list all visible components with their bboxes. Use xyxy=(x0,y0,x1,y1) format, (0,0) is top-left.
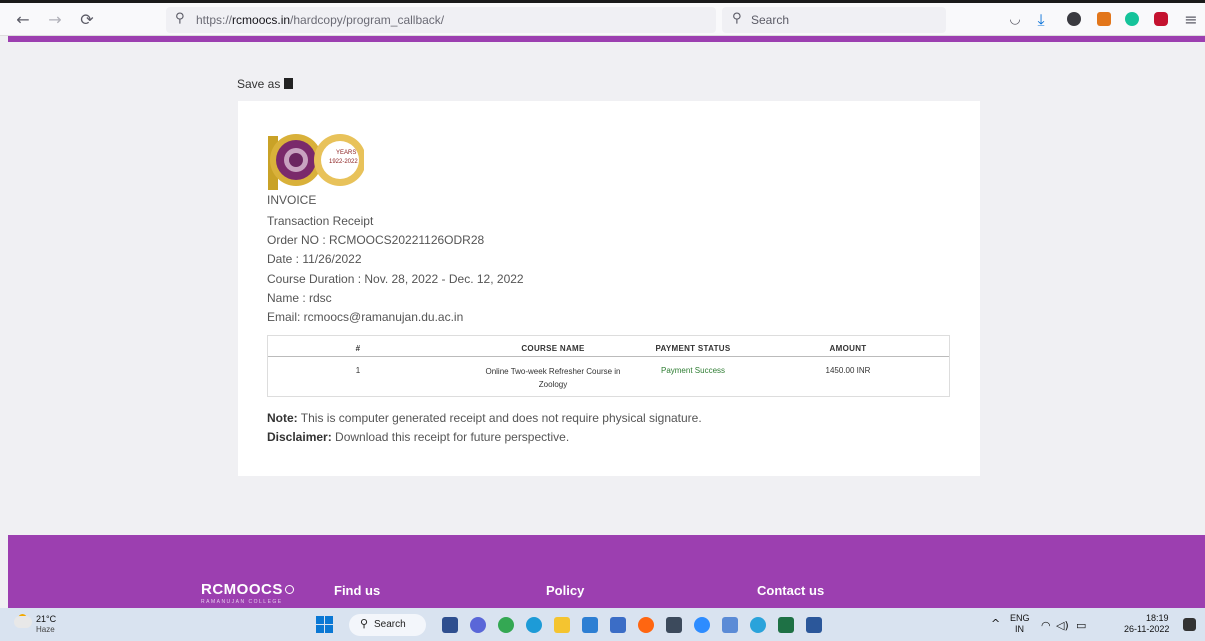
row-index: 1 xyxy=(355,366,361,375)
footer-brand[interactable]: RCMOOCS xyxy=(201,581,294,598)
search-icon: ⚲ xyxy=(360,617,369,630)
download-icon[interactable]: ⤓ xyxy=(1030,9,1052,31)
clock-time[interactable]: 18:19 xyxy=(1146,613,1169,623)
col-header-index: # xyxy=(355,344,361,353)
order-number: Order NO : RCMOOCS20221126ODR28 xyxy=(267,233,485,247)
chrome-icon[interactable] xyxy=(498,617,514,633)
extension-r-icon[interactable] xyxy=(1067,12,1081,26)
weather-description: Haze xyxy=(36,625,55,634)
pdf-icon[interactable] xyxy=(284,78,294,89)
reload-icon[interactable]: ⟳ xyxy=(76,9,98,31)
invoice-heading: INVOICE xyxy=(267,193,317,207)
save-as-link[interactable]: Save as xyxy=(237,77,294,91)
notifications-icon[interactable] xyxy=(1183,618,1196,631)
url-text[interactable]: https://rcmoocs.in/hardcopy/program_call… xyxy=(196,13,444,27)
footer-link-contact[interactable]: Contact us xyxy=(757,583,824,598)
excel-icon[interactable] xyxy=(778,617,794,633)
volume-icon[interactable]: ◁) xyxy=(1056,619,1069,632)
telegram-icon[interactable] xyxy=(750,617,766,633)
battery-icon[interactable]: ▭ xyxy=(1076,619,1086,632)
store-icon[interactable] xyxy=(610,617,626,633)
edge-icon[interactable] xyxy=(526,617,542,633)
back-icon[interactable]: ← xyxy=(12,9,34,31)
order-table: # COURSE NAME PAYMENT STATUS AMOUNT 1 On… xyxy=(267,335,950,397)
taskbar-search[interactable]: ⚲ Search xyxy=(349,614,426,636)
ublock-icon[interactable] xyxy=(1154,12,1168,26)
grammarly-icon[interactable] xyxy=(1125,12,1139,26)
language-indicator[interactable]: ENG xyxy=(1010,613,1030,623)
course-duration: Course Duration : Nov. 28, 2022 - Dec. 1… xyxy=(267,272,524,286)
tray-chevron-icon[interactable]: ^ xyxy=(991,617,1000,630)
brand-lock-icon xyxy=(284,585,294,594)
invoice-date: Date : 11/26/2022 xyxy=(267,252,362,266)
mail-icon[interactable] xyxy=(582,617,598,633)
customer-name: Name : rdsc xyxy=(267,291,332,305)
search-icon: ⚲ xyxy=(175,11,185,26)
pocket-icon[interactable]: ◡ xyxy=(1004,9,1026,31)
task-view-icon[interactable] xyxy=(442,617,458,633)
col-header-course: COURSE NAME xyxy=(521,344,585,353)
taskbar-search-label: Search xyxy=(374,619,406,630)
svg-text:YEARS: YEARS xyxy=(336,150,356,156)
row-course-name: Online Two-week Refresher Course in Zoolo… xyxy=(485,367,621,389)
clock-date[interactable]: 26-11-2022 xyxy=(1124,624,1169,634)
invoice-card: YEARS 1922-2022 INVOICE Transaction Rece… xyxy=(238,101,980,476)
word-icon[interactable] xyxy=(806,617,822,633)
centenary-logo: YEARS 1922-2022 xyxy=(268,134,364,190)
firefox-icon[interactable] xyxy=(638,617,654,633)
address-bar[interactable]: ⚲ https://rcmoocs.in/hardcopy/program_ca… xyxy=(166,7,716,33)
metamask-icon[interactable] xyxy=(1097,12,1111,26)
table-header-rule xyxy=(268,356,949,357)
col-header-amount: AMOUNT xyxy=(829,344,867,353)
footer-link-find-us[interactable]: Find us xyxy=(334,583,380,598)
search-bar[interactable]: ⚲ Search xyxy=(722,7,946,33)
customer-email: Email: rcmoocs@ramanujan.du.ac.in xyxy=(267,310,464,324)
svg-text:1922-2022: 1922-2022 xyxy=(329,159,358,165)
weather-temperature[interactable]: 21°C xyxy=(36,614,56,624)
file-explorer-icon[interactable] xyxy=(554,617,570,633)
site-footer xyxy=(8,535,1205,608)
zoom-icon[interactable] xyxy=(694,617,710,633)
footer-brand-sub: RAMANUJAN COLLEGE xyxy=(201,599,283,605)
forward-icon[interactable]: → xyxy=(44,9,66,31)
receipt-note: Note: This is computer generated receipt… xyxy=(267,411,702,425)
row-amount: 1450.00 INR xyxy=(825,366,871,375)
weather-cloud-icon[interactable] xyxy=(14,616,32,628)
snipping-tool-icon[interactable] xyxy=(722,617,738,633)
menu-icon[interactable]: ≡ xyxy=(1180,9,1202,31)
browser-toolbar: ← → ⟳ ⚲ https://rcmoocs.in/hardcopy/prog… xyxy=(0,3,1205,36)
language-region: IN xyxy=(1015,624,1024,634)
header-rule xyxy=(8,36,1205,42)
wifi-icon[interactable]: ◠ xyxy=(1041,619,1051,632)
save-as-label: Save as xyxy=(237,77,281,91)
row-payment-status: Payment Success xyxy=(660,366,726,375)
footer-link-policy[interactable]: Policy xyxy=(546,583,584,598)
col-header-status: PAYMENT STATUS xyxy=(655,344,731,353)
terminal-icon[interactable] xyxy=(666,617,682,633)
teams-chat-icon[interactable] xyxy=(470,617,486,633)
receipt-disclaimer: Disclaimer: Download this receipt for fu… xyxy=(267,430,570,444)
search-placeholder: Search xyxy=(751,13,790,27)
search-icon: ⚲ xyxy=(732,11,742,26)
receipt-subheading: Transaction Receipt xyxy=(267,214,374,228)
start-icon[interactable] xyxy=(316,616,333,633)
